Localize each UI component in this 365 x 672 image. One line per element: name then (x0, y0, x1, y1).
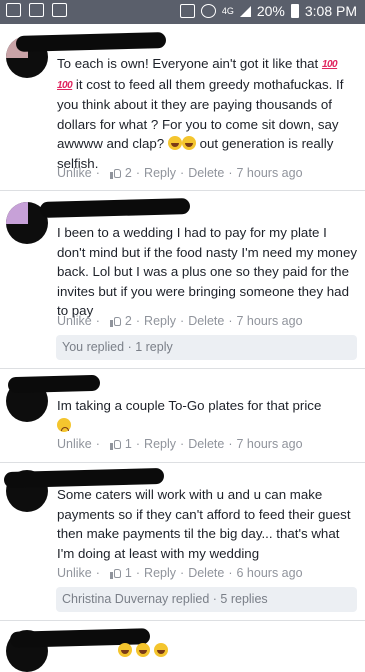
unlike-link[interactable]: Unlike (57, 314, 92, 328)
status-right-icons: 4G 20% 3:08 PM (179, 3, 357, 19)
unlike-link[interactable]: Unlike (57, 566, 92, 580)
battery-percent: 20% (256, 3, 285, 19)
redacted-name (15, 32, 167, 52)
reply-link[interactable]: Reply (144, 566, 176, 580)
comment-actions: Unlike · 2 · Reply · Delete · 7 hours ag… (57, 314, 303, 328)
laughing-emoji-icon (181, 136, 196, 151)
thumbs-up-icon (109, 568, 122, 579)
thumbs-up-icon (109, 316, 122, 327)
delete-link[interactable]: Delete (188, 437, 224, 451)
alarm-icon (200, 4, 216, 18)
comment-text: Some caters will work with u and u can m… (57, 487, 351, 561)
battery-icon (290, 4, 299, 18)
status-left-icons (6, 3, 67, 17)
nfc-icon (179, 4, 195, 18)
redacted-name (39, 198, 191, 218)
laughing-emoji-icon (136, 643, 150, 657)
delete-link[interactable]: Delete (188, 166, 224, 180)
timestamp: 7 hours ago (236, 437, 303, 451)
clock: 3:08 PM (304, 3, 357, 19)
notification-icon (6, 3, 21, 17)
comment-text: Im taking a couple To-Go plates for that… (57, 396, 357, 435)
signal-icon (239, 5, 251, 17)
weary-emoji-icon (57, 417, 71, 432)
hundred-emoji-icon: 100 (57, 79, 73, 91)
like-count[interactable]: 1 (125, 437, 132, 451)
reply-link[interactable]: Reply (144, 314, 176, 328)
timestamp: 7 hours ago (236, 166, 303, 180)
divider (0, 462, 365, 463)
comment-actions: Unlike · 2 · Reply · Delete · 7 hours ag… (57, 166, 303, 180)
laughing-emoji-icon (154, 643, 168, 657)
laughing-emoji-icon (167, 136, 182, 151)
thumbs-up-icon (109, 168, 122, 179)
reply-link[interactable]: Reply (144, 437, 176, 451)
like-count[interactable]: 2 (125, 166, 132, 180)
comment-text: I been to a wedding I had to pay for my … (57, 225, 357, 319)
timestamp: 6 hours ago (236, 566, 303, 580)
network-type: 4G (221, 6, 234, 16)
lock-icon (29, 3, 44, 17)
comment-actions: Unlike · 1 · Reply · Delete · 6 hours ag… (57, 566, 303, 580)
delete-link[interactable]: Delete (188, 566, 224, 580)
divider (0, 368, 365, 369)
timestamp: 7 hours ago (236, 314, 303, 328)
laughing-emoji-icon (118, 643, 132, 657)
divider (0, 620, 365, 621)
comment-actions: Unlike · 1 · Reply · Delete · 7 hours ag… (57, 437, 303, 451)
replies-summary[interactable]: You replied · 1 reply (56, 335, 357, 360)
image-icon (52, 3, 67, 17)
status-bar: 4G 20% 3:08 PM (0, 0, 365, 24)
divider (0, 190, 365, 191)
thumbs-up-icon (109, 439, 122, 450)
comment-text: To each is own! Everyone ain't got it li… (57, 56, 344, 171)
like-count[interactable]: 1 (125, 566, 132, 580)
like-count[interactable]: 2 (125, 314, 132, 328)
reply-link[interactable]: Reply (144, 166, 176, 180)
unlike-link[interactable]: Unlike (57, 166, 92, 180)
unlike-link[interactable]: Unlike (57, 437, 92, 451)
redacted-name (7, 374, 101, 394)
hundred-emoji-icon: 100 (321, 59, 338, 70)
delete-link[interactable]: Delete (188, 314, 224, 328)
replies-summary[interactable]: Christina Duvernay replied · 5 replies (56, 587, 357, 612)
